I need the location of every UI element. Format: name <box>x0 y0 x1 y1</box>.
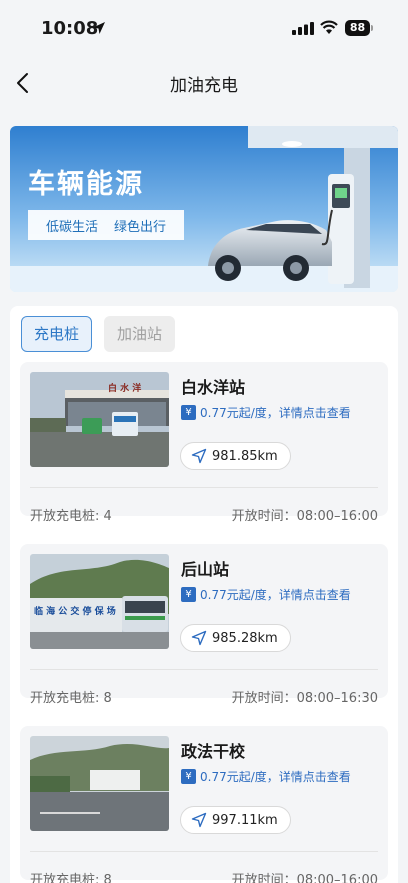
banner-illustration <box>10 126 398 292</box>
banner-title: 车辆能源 <box>28 169 144 200</box>
promo-banner[interactable]: 车辆能源 低碳生活 绿色出行 <box>10 126 398 292</box>
distance-text: 981.85km <box>212 448 278 464</box>
price-text: 0.77元起/度，详情点击查看 <box>200 588 351 602</box>
location-arrow-icon <box>93 22 105 34</box>
divider <box>30 851 378 852</box>
tab-gas-station[interactable]: 加油站 <box>104 316 176 352</box>
opening-hours: 开放时间：08:00–16:00 <box>231 509 378 524</box>
banner-slogan: 低碳生活 绿色出行 <box>28 210 184 240</box>
station-name: 白水洋站 <box>181 378 246 397</box>
distance-button[interactable]: 997.11km <box>180 806 291 834</box>
distance-text: 985.28km <box>212 630 278 646</box>
price-link[interactable]: ¥ 0.77元起/度，详情点击查看 <box>181 768 351 785</box>
opening-hours: 开放时间：08:00–16:00 <box>231 873 378 883</box>
price-link[interactable]: ¥ 0.77元起/度，详情点击查看 <box>181 586 351 603</box>
station-sign-text: 临 海 公 交 停 保 场 <box>34 607 116 617</box>
page-title: 加油充电 <box>170 76 238 96</box>
station-card[interactable]: 临 海 公 交 停 保 场 后山站 ¥ 0.77元起/度，详情点击查看 985.… <box>20 544 388 706</box>
station-sign-text: 白 水 洋 <box>108 384 142 394</box>
station-name: 后山站 <box>181 560 230 579</box>
slogan-left: 低碳生活 <box>45 219 98 235</box>
distance-button[interactable]: 981.85km <box>180 442 291 470</box>
navigation-arrow-icon <box>191 448 207 464</box>
wifi-icon <box>320 20 338 34</box>
station-panel: 充电桩 加油站 白 水 洋 白水洋站 ¥ 0.77元起/度，详情点击查看 981… <box>10 306 398 883</box>
open-pile-count: 开放充电桩: 4 <box>30 509 112 524</box>
navigation-arrow-icon <box>191 812 207 828</box>
station-photo <box>30 736 169 831</box>
price-link[interactable]: ¥ 0.77元起/度，详情点击查看 <box>181 404 351 421</box>
distance-text: 997.11km <box>212 812 278 828</box>
navigation-bar: 加油充电 <box>0 58 408 108</box>
station-card[interactable]: 政法干校 ¥ 0.77元起/度，详情点击查看 997.11km 开放充电桩: 8… <box>20 726 388 883</box>
divider <box>30 487 378 488</box>
station-photo: 临 海 公 交 停 保 场 <box>30 554 169 649</box>
battery-icon: 88 <box>345 20 373 36</box>
yuan-icon: ¥ <box>181 587 196 602</box>
open-pile-count: 开放充电桩: 8 <box>30 691 112 706</box>
distance-button[interactable]: 985.28km <box>180 624 291 652</box>
cellular-signal-icon <box>292 22 314 35</box>
price-text: 0.77元起/度，详情点击查看 <box>200 770 351 784</box>
battery-level: 88 <box>345 20 370 36</box>
status-bar: 10:08 88 <box>0 0 408 58</box>
tab-charging-pile[interactable]: 充电桩 <box>21 316 93 352</box>
station-card[interactable]: 白 水 洋 白水洋站 ¥ 0.77元起/度，详情点击查看 981.85km 开放… <box>20 362 388 524</box>
station-name: 政法干校 <box>181 742 246 761</box>
yuan-icon: ¥ <box>181 405 196 420</box>
clock: 10:08 <box>41 18 99 39</box>
open-pile-count: 开放充电桩: 8 <box>30 873 112 883</box>
price-text: 0.77元起/度，详情点击查看 <box>200 406 351 420</box>
divider <box>30 669 378 670</box>
opening-hours: 开放时间：08:00–16:30 <box>231 691 378 706</box>
slogan-right: 绿色出行 <box>113 219 166 235</box>
navigation-arrow-icon <box>191 630 207 646</box>
station-photo: 白 水 洋 <box>30 372 169 467</box>
yuan-icon: ¥ <box>181 769 196 784</box>
